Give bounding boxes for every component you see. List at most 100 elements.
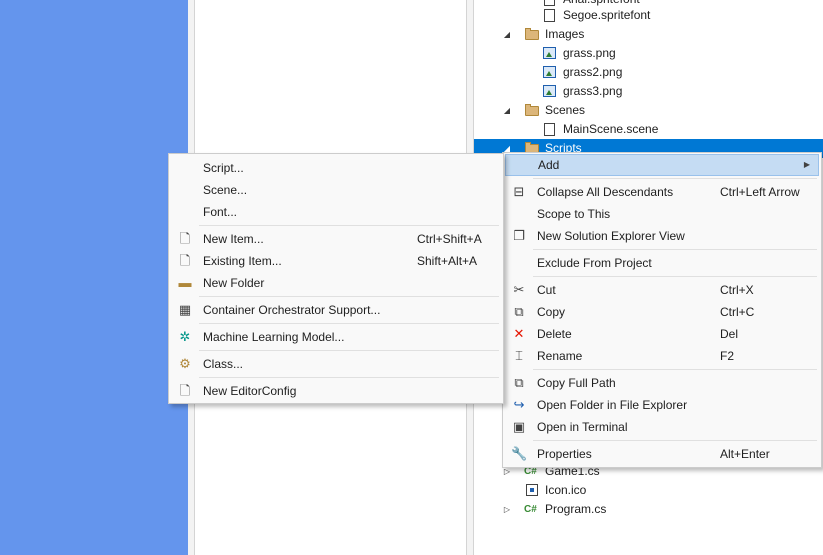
menu-separator	[533, 178, 817, 179]
open-folder-icon: ↪	[513, 397, 525, 412]
tree-item-scenes[interactable]: ◢ Scenes	[474, 101, 823, 120]
tree-item-images[interactable]: ◢ Images	[474, 25, 823, 44]
existing-item-icon: 🗋	[179, 253, 191, 268]
menu-item-shortcut: Del	[720, 327, 739, 341]
menu-item-label: Properties	[537, 447, 592, 461]
menu-separator	[533, 369, 817, 370]
submenu-item-new-item[interactable]: 🗋 New Item... Ctrl+Shift+A	[171, 228, 501, 250]
menu-item-exclude[interactable]: Exclude From Project	[505, 252, 819, 274]
menu-item-add[interactable]: Add ▶	[505, 154, 819, 176]
collapsed-arrow-icon[interactable]: ▷	[502, 500, 512, 519]
tree-item-grass2-png[interactable]: grass2.png	[474, 63, 823, 82]
left-blue-pane	[0, 0, 188, 555]
image-file-icon	[542, 84, 558, 99]
submenu-item-new-folder[interactable]: ▬ New Folder	[171, 272, 501, 294]
menu-item-label: Scope to This	[537, 207, 611, 221]
tree-item-label: Segoe.spritefont	[563, 8, 651, 22]
menu-separator	[199, 296, 499, 297]
submenu-item-class[interactable]: ⚙ Class...	[171, 353, 501, 375]
tree-item-grass-png[interactable]: grass.png	[474, 44, 823, 63]
menu-separator	[199, 323, 499, 324]
menu-item-cut[interactable]: ✂ Cut Ctrl+X	[505, 279, 819, 301]
menu-item-label: New Item...	[203, 232, 264, 246]
menu-item-label: New Folder	[203, 276, 265, 290]
menu-item-new-solution-view[interactable]: ❐ New Solution Explorer View	[505, 225, 819, 247]
menu-item-collapse-all[interactable]: ⊟ Collapse All Descendants Ctrl+Left Arr…	[505, 181, 819, 203]
new-view-icon: ❐	[513, 228, 525, 243]
class-icon: ⚙	[179, 356, 191, 371]
tree-item-segoe-spritefont[interactable]: Segoe.spritefont	[474, 6, 823, 25]
menu-item-properties[interactable]: 🔧 Properties Alt+Enter	[505, 443, 819, 465]
menu-item-label: Exclude From Project	[537, 256, 652, 270]
tree-item-icon-ico[interactable]: Icon.ico	[474, 481, 823, 500]
menu-item-label: Add	[538, 158, 560, 172]
menu-item-open-folder[interactable]: ↪ Open Folder in File Explorer	[505, 394, 819, 416]
new-item-icon: 🗋	[179, 231, 191, 246]
menu-item-label: Cut	[537, 283, 556, 297]
menu-item-label: Copy	[537, 305, 566, 319]
menu-item-scope-to-this[interactable]: Scope to This	[505, 203, 819, 225]
menu-item-label: Scene...	[203, 183, 248, 197]
menu-item-shortcut: Ctrl+C	[720, 305, 755, 319]
menu-item-label: Delete	[537, 327, 572, 341]
rename-icon: ⌶	[515, 348, 523, 363]
tree-item-mainscene-scene[interactable]: MainScene.scene	[474, 120, 823, 139]
tree-item-label: grass3.png	[563, 84, 623, 98]
tree-item-label: grass2.png	[563, 65, 623, 79]
tree-item-grass3-png[interactable]: grass3.png	[474, 82, 823, 101]
tree-item-label: Images	[545, 27, 585, 41]
expanded-arrow-icon[interactable]: ◢	[502, 101, 512, 120]
menu-item-shortcut: F2	[720, 349, 735, 363]
menu-item-label: Copy Full Path	[537, 376, 616, 390]
submenu-item-scene[interactable]: Scene...	[171, 179, 501, 201]
menu-item-open-terminal[interactable]: ▣ Open in Terminal	[505, 416, 819, 438]
editorconfig-icon: 🗋	[179, 383, 191, 398]
submenu-item-script[interactable]: Script...	[171, 157, 501, 179]
copy-icon: ⧉	[514, 304, 524, 319]
menu-item-shortcut: Ctrl+Left Arrow	[720, 185, 800, 199]
file-icon	[542, 8, 558, 23]
submenu-item-ml-model[interactable]: ✲ Machine Learning Model...	[171, 326, 501, 348]
tree-item-label: Icon.ico	[545, 483, 587, 497]
menu-item-shortcut: Ctrl+Shift+A	[417, 232, 482, 246]
image-file-icon	[542, 46, 558, 61]
menu-item-shortcut: Ctrl+X	[720, 283, 754, 297]
menu-item-shortcut: Alt+Enter	[720, 447, 770, 461]
expanded-arrow-icon[interactable]: ◢	[502, 25, 512, 44]
folder-icon	[524, 27, 540, 42]
menu-item-label: Container Orchestrator Support...	[203, 303, 381, 317]
image-file-icon	[542, 65, 558, 80]
submenu-item-container-support[interactable]: ▦ Container Orchestrator Support...	[171, 299, 501, 321]
menu-item-label: Open Folder in File Explorer	[537, 398, 688, 412]
collapse-icon: ⊟	[513, 184, 525, 199]
menu-item-label: New EditorConfig	[203, 384, 297, 398]
tree-item-label: grass.png	[563, 46, 616, 60]
menu-separator	[533, 440, 817, 441]
menu-item-copy[interactable]: ⧉ Copy Ctrl+C	[505, 301, 819, 323]
csharp-file-icon: C#	[524, 504, 537, 515]
menu-item-shortcut: Shift+Alt+A	[417, 254, 478, 268]
menu-item-label: Machine Learning Model...	[203, 330, 345, 344]
tree-item-label: Program.cs	[545, 502, 607, 516]
submenu-item-new-editorconfig[interactable]: 🗋 New EditorConfig	[171, 380, 501, 402]
menu-item-label: Collapse All Descendants	[537, 185, 674, 199]
terminal-icon: ▣	[512, 419, 526, 434]
folder-icon	[524, 103, 540, 118]
tree-item-program-cs[interactable]: ▷ C# Program.cs	[474, 500, 823, 519]
menu-item-delete[interactable]: ✕ Delete Del	[505, 323, 819, 345]
menu-separator	[199, 377, 499, 378]
delete-icon: ✕	[513, 326, 525, 341]
tree-item-label: MainScene.scene	[563, 122, 659, 136]
menu-item-copy-full-path[interactable]: ⧉ Copy Full Path	[505, 372, 819, 394]
wrench-icon: 🔧	[511, 446, 528, 461]
submenu-item-existing-item[interactable]: 🗋 Existing Item... Shift+Alt+A	[171, 250, 501, 272]
add-submenu: Script... Scene... Font... 🗋 New Item...…	[168, 153, 504, 404]
menu-separator	[533, 249, 817, 250]
ml-model-icon: ✲	[179, 329, 191, 344]
menu-item-rename[interactable]: ⌶ Rename F2	[505, 345, 819, 367]
submenu-arrow-icon: ▶	[803, 160, 810, 169]
file-icon	[542, 122, 558, 137]
menu-item-label: Rename	[537, 349, 583, 363]
tree-item-label: Scenes	[545, 103, 586, 117]
submenu-item-font[interactable]: Font...	[171, 201, 501, 223]
